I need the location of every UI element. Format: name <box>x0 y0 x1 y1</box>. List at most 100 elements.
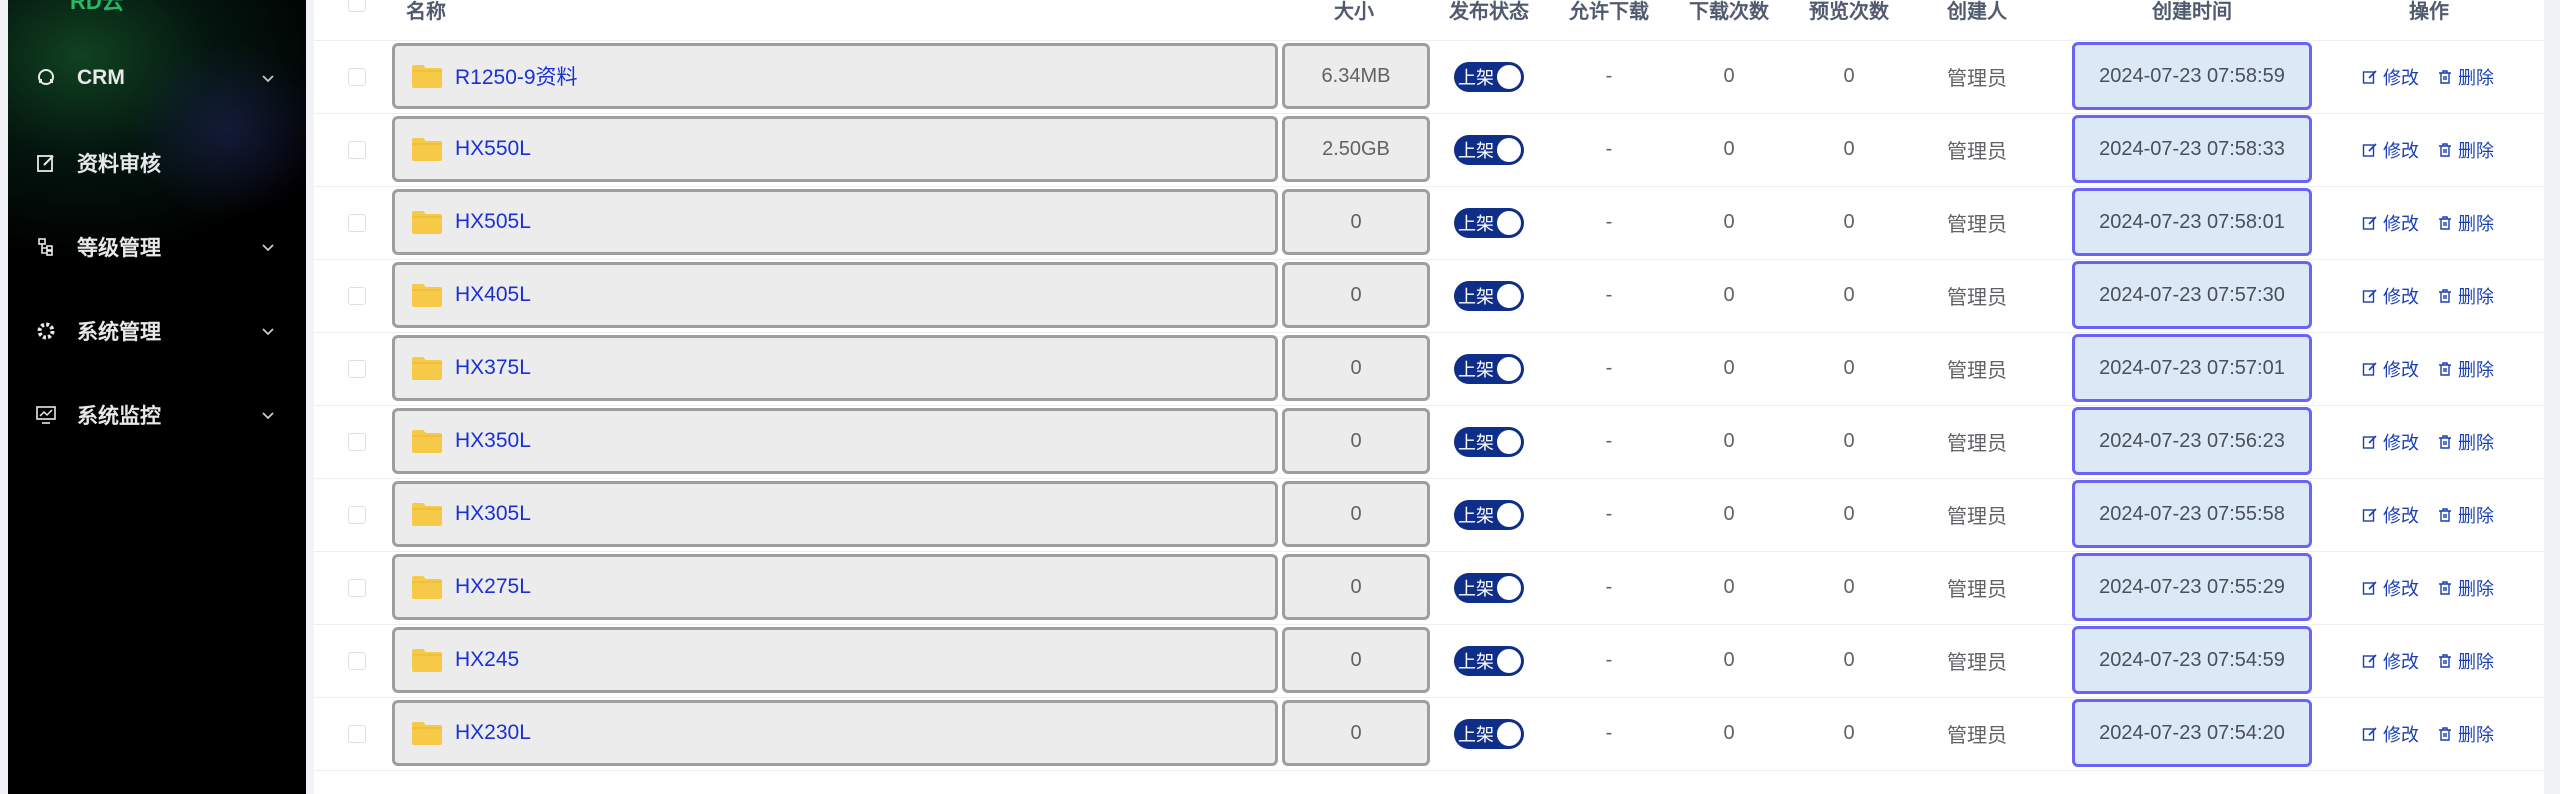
file-name-link[interactable]: HX230L <box>455 721 531 745</box>
file-name-link[interactable]: HX275L <box>455 575 531 599</box>
file-name-link[interactable]: HX305L <box>455 502 531 526</box>
row-checkbox[interactable] <box>348 259 366 332</box>
edit-button[interactable]: 修改 <box>2362 575 2419 601</box>
folder-icon <box>411 355 443 381</box>
publish-switch-cell: 上架 <box>1434 405 1544 478</box>
edit-label: 修改 <box>2383 140 2419 161</box>
creator-cell: 管理员 <box>1947 506 2007 528</box>
edit-label: 修改 <box>2383 578 2419 599</box>
toggle-knob <box>1497 210 1521 235</box>
creator-cell: 管理员 <box>1947 579 2007 601</box>
toggle-knob <box>1497 137 1521 162</box>
row-checkbox[interactable] <box>348 113 366 186</box>
delete-button[interactable]: 删除 <box>2437 210 2494 236</box>
preview-count-cell: 0 <box>1843 430 1855 452</box>
edit-button[interactable]: 修改 <box>2362 429 2419 455</box>
select-all-checkbox[interactable] <box>348 0 366 22</box>
row-checkbox[interactable] <box>348 40 366 113</box>
row-checkbox[interactable] <box>348 697 366 770</box>
col-header-publish-status[interactable]: 发布状态 <box>1434 0 1544 24</box>
edit-label: 修改 <box>2383 505 2419 526</box>
col-header-allow-download[interactable]: 允许下载 <box>1554 0 1664 24</box>
edit-icon <box>2362 361 2377 376</box>
edit-icon <box>35 152 57 174</box>
edit-button[interactable]: 修改 <box>2362 137 2419 163</box>
edit-button[interactable]: 修改 <box>2362 210 2419 236</box>
publish-toggle[interactable]: 上架 <box>1454 499 1524 530</box>
chevron-down-icon <box>262 328 274 336</box>
publish-toggle[interactable]: 上架 <box>1454 280 1524 311</box>
row-checkbox[interactable] <box>348 332 366 405</box>
publish-toggle[interactable]: 上架 <box>1454 572 1524 603</box>
publish-toggle[interactable]: 上架 <box>1454 718 1524 749</box>
col-header-created-at[interactable]: 创建时间 <box>2072 0 2312 24</box>
delete-button[interactable]: 删除 <box>2437 356 2494 382</box>
publish-toggle[interactable]: 上架 <box>1454 61 1524 92</box>
publish-switch-cell: 上架 <box>1434 40 1544 113</box>
col-header-size[interactable]: 大小 <box>1304 0 1404 24</box>
sidebar-item-label: 等级管理 <box>77 237 161 260</box>
edit-button[interactable]: 修改 <box>2362 721 2419 747</box>
edit-button[interactable]: 修改 <box>2362 648 2419 674</box>
actions-cell: 修改 删除 <box>2362 332 2512 405</box>
publish-toggle[interactable]: 上架 <box>1454 353 1524 384</box>
toggle-knob <box>1497 648 1521 673</box>
table-row: HX505L 0 上架 - 0 0 管理员 2024-07-23 07:58:0… <box>314 186 2544 260</box>
delete-button[interactable]: 删除 <box>2437 721 2494 747</box>
col-header-preview-count[interactable]: 预览次数 <box>1794 0 1904 24</box>
edit-icon <box>2362 288 2377 303</box>
publish-switch-cell: 上架 <box>1434 478 1544 551</box>
created-at-cell: 2024-07-23 07:55:29 <box>2072 553 2312 621</box>
edit-button[interactable]: 修改 <box>2362 356 2419 382</box>
chevron-down-icon <box>262 244 274 252</box>
col-header-download-count[interactable]: 下载次数 <box>1674 0 1784 24</box>
file-name-link[interactable]: HX245 <box>455 648 519 672</box>
col-header-creator[interactable]: 创建人 <box>1922 0 2032 24</box>
delete-button[interactable]: 删除 <box>2437 502 2494 528</box>
sidebar: RD云 CRM 资料审核 等级管理 系统管理 系统监控 <box>8 0 306 794</box>
delete-button[interactable]: 删除 <box>2437 137 2494 163</box>
publish-toggle[interactable]: 上架 <box>1454 426 1524 457</box>
publish-toggle-label: 上架 <box>1458 505 1494 526</box>
col-header-name[interactable]: 名称 <box>406 0 446 24</box>
sidebar-item-monitor[interactable]: 系统监控 <box>8 385 306 445</box>
sidebar-item-levels[interactable]: 等级管理 <box>8 217 306 277</box>
edit-button[interactable]: 修改 <box>2362 502 2419 528</box>
delete-button[interactable]: 删除 <box>2437 64 2494 90</box>
edit-icon <box>2362 653 2377 668</box>
toggle-knob <box>1497 575 1521 600</box>
sidebar-item-crm[interactable]: CRM <box>8 48 306 108</box>
sidebar-item-partial[interactable]: RD云 <box>70 0 124 16</box>
file-name-link[interactable]: HX505L <box>455 210 531 234</box>
row-checkbox[interactable] <box>348 186 366 259</box>
preview-count-cell: 0 <box>1843 65 1855 87</box>
row-checkbox[interactable] <box>348 405 366 478</box>
file-name-link[interactable]: HX350L <box>455 429 531 453</box>
row-checkbox[interactable] <box>348 478 366 551</box>
delete-button[interactable]: 删除 <box>2437 429 2494 455</box>
download-count-cell: 0 <box>1723 576 1735 598</box>
publish-toggle[interactable]: 上架 <box>1454 134 1524 165</box>
publish-toggle[interactable]: 上架 <box>1454 207 1524 238</box>
trash-icon <box>2439 288 2451 303</box>
edit-button[interactable]: 修改 <box>2362 64 2419 90</box>
delete-button[interactable]: 删除 <box>2437 648 2494 674</box>
publish-toggle-label: 上架 <box>1458 432 1494 453</box>
delete-button[interactable]: 删除 <box>2437 283 2494 309</box>
file-name-link[interactable]: HX375L <box>455 356 531 380</box>
created-at-cell: 2024-07-23 07:57:01 <box>2072 334 2312 402</box>
file-name-link[interactable]: HX550L <box>455 137 531 161</box>
sidebar-item-review[interactable]: 资料审核 <box>8 133 306 193</box>
edit-icon <box>2362 434 2377 449</box>
publish-toggle[interactable]: 上架 <box>1454 645 1524 676</box>
edit-button[interactable]: 修改 <box>2362 283 2419 309</box>
publish-switch-cell: 上架 <box>1434 113 1544 186</box>
delete-button[interactable]: 删除 <box>2437 575 2494 601</box>
edit-label: 修改 <box>2383 724 2419 745</box>
sidebar-item-system[interactable]: 系统管理 <box>8 301 306 361</box>
file-name-link[interactable]: R1250-9资料 <box>455 61 578 91</box>
row-checkbox[interactable] <box>348 551 366 624</box>
name-cell: HX350L <box>392 408 1278 474</box>
row-checkbox[interactable] <box>348 624 366 697</box>
file-name-link[interactable]: HX405L <box>455 283 531 307</box>
